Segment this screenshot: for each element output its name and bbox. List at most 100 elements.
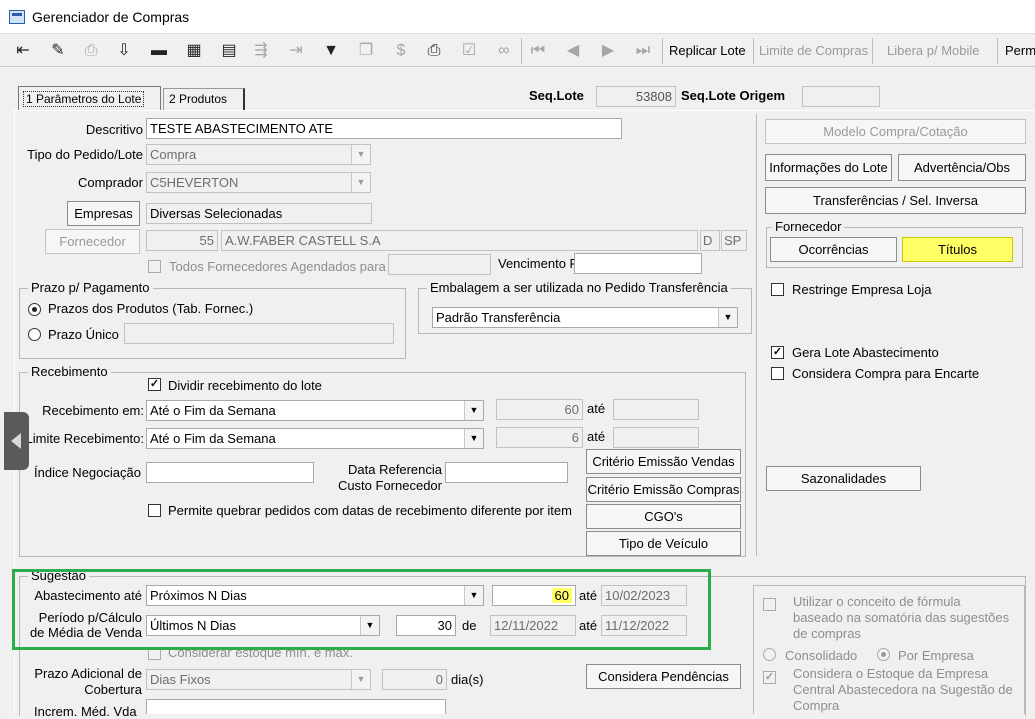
por-empresa-label: Por Empresa — [898, 648, 974, 663]
toolbar-separator — [872, 38, 873, 64]
tab-parametros-do-lote[interactable]: 1 Parâmetros do Lote — [18, 86, 161, 111]
save-icon[interactable]: ⇩ — [111, 38, 137, 64]
descritivo-input[interactable]: TESTE ABASTECIMENTO ATE — [146, 118, 622, 139]
prev-icon[interactable]: ◀ — [560, 38, 586, 64]
print-preview-icon[interactable]: ⎙ — [78, 38, 104, 64]
gera-lote-checkbox[interactable]: ✓ — [771, 346, 784, 359]
fornecedor-name: A.W.FABER CASTELL S.A — [221, 230, 698, 251]
prazo-adicional-dias: 0 — [382, 669, 447, 690]
step-icon[interactable]: ⇶ — [248, 38, 274, 64]
criterio-emissao-compras-button[interactable]: Critério Emissão Compras — [586, 477, 741, 502]
recebimento-title: Recebimento — [28, 364, 111, 379]
chevron-down-icon[interactable]: ▼ — [464, 429, 483, 448]
limite-compras-button[interactable]: Limite de Compras — [759, 43, 868, 58]
tipo-pedido-label: Tipo do Pedido/Lote — [27, 147, 143, 162]
incremento-media-venda-label: Increm. Méd. Vda — [34, 704, 137, 719]
fornecedor-uf: SP — [721, 230, 747, 251]
informacoes-lote-button[interactable]: Informações do Lote — [765, 154, 892, 181]
prazo-unico-field — [124, 323, 394, 344]
dias-label: dia(s) — [451, 672, 484, 687]
restringe-empresa-checkbox[interactable] — [771, 283, 784, 296]
sazonalidades-button[interactable]: Sazonalidades — [766, 466, 921, 491]
prazo-adicional-label: Prazo Adicional de — [34, 666, 142, 681]
limite-recebimento-select[interactable]: Até o Fim da Semana ▼ — [146, 428, 484, 449]
transferencias-button[interactable]: Transferências / Sel. Inversa — [765, 187, 1026, 214]
first-icon[interactable]: ⏮ — [525, 38, 551, 64]
criterio-emissao-vendas-button[interactable]: Critério Emissão Vendas — [586, 449, 741, 474]
clipboard-icon[interactable]: ▤ — [216, 38, 242, 64]
toolbar-separator — [662, 38, 663, 64]
data-referencia-input[interactable] — [445, 462, 568, 483]
recebimento-em-num: 60 — [496, 399, 583, 420]
permite-quebrar-checkbox[interactable] — [148, 504, 161, 517]
formula-checkbox[interactable] — [763, 598, 776, 611]
prazo-unico-label: Prazo Único — [48, 327, 119, 342]
chevron-down-icon[interactable]: ▼ — [351, 173, 370, 192]
dividir-recebimento-checkbox[interactable]: ✓ — [148, 378, 161, 391]
vencimento-fixo-input[interactable] — [574, 253, 702, 274]
fornecedor-code: 55 — [146, 230, 218, 251]
binoculars-icon[interactable]: ∞ — [491, 38, 517, 64]
grid-icon[interactable]: ▦ — [181, 38, 207, 64]
side-panel-handle[interactable] — [4, 412, 29, 470]
considera-estoque-central-label: Considera o Estoque da Empresa Central A… — [793, 666, 1013, 713]
goto-icon[interactable]: ⇥ — [283, 38, 309, 64]
indice-negociacao-label: Índice Negociação — [34, 465, 141, 480]
considera-pendencias-button[interactable]: Considera Pendências — [586, 664, 741, 689]
embalagem-select[interactable]: Padrão Transferência ▼ — [432, 307, 738, 328]
replicar-lote-button[interactable]: Replicar Lote — [669, 43, 746, 58]
last-icon[interactable]: ⏭ — [630, 38, 656, 64]
printer-icon[interactable]: ⎙ — [421, 38, 447, 64]
price-icon[interactable]: $ — [388, 38, 414, 64]
por-empresa-radio[interactable] — [877, 648, 890, 661]
comprador-select[interactable]: C5HEVERTON ▼ — [146, 172, 371, 193]
next-icon[interactable]: ▶ — [595, 38, 621, 64]
copy-icon[interactable]: ❐ — [353, 38, 379, 64]
consolidado-label: Consolidado — [785, 648, 858, 663]
toolbar-separator — [753, 38, 754, 64]
recebimento-em-value: Até o Fim da Semana — [150, 403, 276, 418]
filter-icon[interactable]: ▼ — [318, 38, 344, 64]
perm-button[interactable]: Perm — [1005, 43, 1035, 58]
todos-fornecedores-checkbox[interactable] — [148, 260, 161, 273]
exit-icon[interactable]: ⇤ — [10, 38, 36, 64]
modelo-compra-button[interactable]: Modelo Compra/Cotação — [765, 119, 1026, 144]
chevron-down-icon[interactable]: ▼ — [351, 145, 370, 164]
considera-estoque-central-checkbox[interactable]: ✓ — [763, 671, 776, 684]
prazos-produtos-radio[interactable] — [28, 303, 41, 316]
edit-icon[interactable]: ✎ — [45, 38, 71, 64]
seq-lote-label: Seq.Lote — [529, 88, 584, 103]
ate-label: até — [587, 401, 606, 416]
tipo-veiculo-button[interactable]: Tipo de Veículo — [586, 531, 741, 556]
incremento-media-venda-input[interactable] — [146, 699, 446, 714]
tab-label: 1 Parâmetros do Lote — [23, 91, 145, 107]
libera-mobile-button[interactable]: Libera p/ Mobile — [887, 43, 980, 58]
chevron-down-icon[interactable]: ▼ — [718, 308, 737, 327]
chevron-down-icon[interactable]: ▼ — [351, 670, 370, 689]
ocorrencias-button[interactable]: Ocorrências — [770, 237, 897, 262]
advertencia-obs-button[interactable]: Advertência/Obs — [898, 154, 1026, 181]
embalagem-title: Embalagem a ser utilizada no Pedido Tran… — [427, 280, 731, 295]
toolbar: ⇤ ✎ ⎙ ⇩ ▬ ▦ ▤ ⇶ ⇥ ▼ ❐ $ ⎙ ☑ ∞ ⏮ ◀ ▶ ⏭ Re… — [0, 34, 1035, 67]
prazo-adicional-select[interactable]: Dias Fixos ▼ — [146, 669, 371, 690]
prazo-unico-radio[interactable] — [28, 328, 41, 341]
chevron-down-icon[interactable]: ▼ — [464, 401, 483, 420]
seq-lote-origem-field — [802, 86, 880, 107]
empresas-button[interactable]: Empresas — [67, 201, 140, 226]
consolidado-radio[interactable] — [763, 648, 776, 661]
recebimento-em-select[interactable]: Até o Fim da Semana ▼ — [146, 400, 484, 421]
tipo-pedido-select[interactable]: Compra ▼ — [146, 144, 371, 165]
app-icon — [9, 10, 25, 24]
dividir-recebimento-label: Dividir recebimento do lote — [168, 378, 322, 393]
indice-negociacao-input[interactable] — [146, 462, 314, 483]
delete-icon[interactable]: ▬ — [146, 38, 172, 64]
prazo-pagamento-title: Prazo p/ Pagamento — [28, 280, 153, 295]
limite-recebimento-label: Limite Recebimento: — [25, 431, 145, 446]
considera-encarte-checkbox[interactable] — [771, 367, 784, 380]
cgos-button[interactable]: CGO's — [586, 504, 741, 529]
titulos-button[interactable]: Títulos — [902, 237, 1013, 262]
tab-produtos[interactable]: 2 Produtos — [163, 88, 245, 110]
fornecedor-button[interactable]: Fornecedor — [45, 229, 140, 254]
report-icon[interactable]: ☑ — [456, 38, 482, 64]
fornecedor-d: D — [700, 230, 720, 251]
